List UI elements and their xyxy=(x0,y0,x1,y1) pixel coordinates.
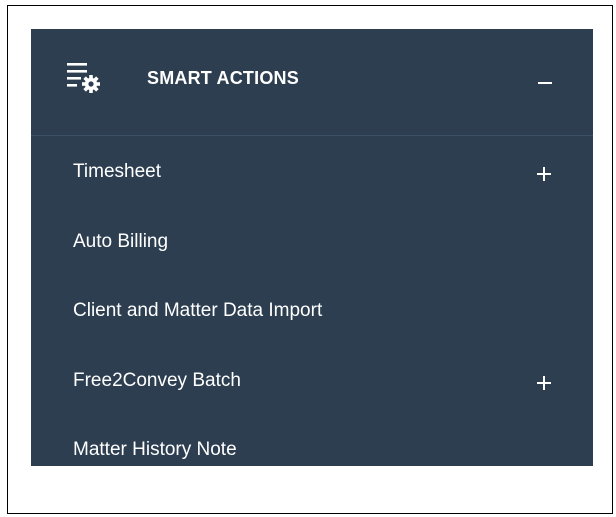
list-settings-icon xyxy=(67,63,100,93)
plus-icon[interactable] xyxy=(535,165,553,183)
menu-item-label: Matter History Note xyxy=(73,439,237,460)
menu-item-label: Timesheet xyxy=(73,161,161,182)
menu-item-client-matter-data-import[interactable]: Client and Matter Data Import xyxy=(31,286,593,338)
menu-item-label: Auto Billing xyxy=(73,231,169,252)
collapse-minus-icon[interactable] xyxy=(531,65,559,93)
menu-item-timesheet[interactable]: Timesheet xyxy=(31,147,593,199)
menu-item-matter-history-note[interactable]: Matter History Note xyxy=(31,425,593,477)
smart-actions-panel: SMART ACTIONS Timesheet Auto Billing Cli… xyxy=(31,29,593,466)
menu-item-free2convey-batch[interactable]: Free2Convey Batch xyxy=(31,356,593,408)
menu-item-label: Free2Convey Batch xyxy=(73,370,241,391)
panel-header[interactable]: SMART ACTIONS xyxy=(31,29,593,136)
panel-title: SMART ACTIONS xyxy=(147,68,299,88)
plus-icon[interactable] xyxy=(535,374,553,392)
menu-item-auto-billing[interactable]: Auto Billing xyxy=(31,217,593,269)
menu-item-label: Client and Matter Data Import xyxy=(73,300,323,321)
